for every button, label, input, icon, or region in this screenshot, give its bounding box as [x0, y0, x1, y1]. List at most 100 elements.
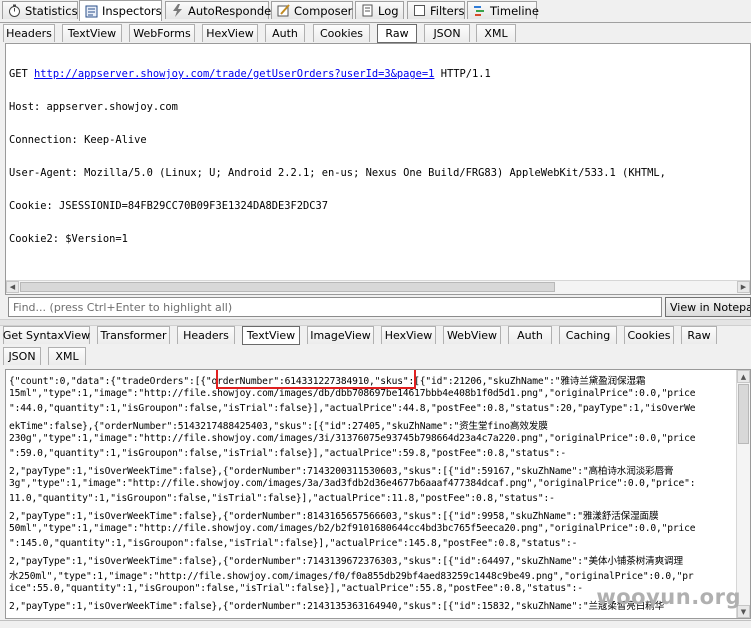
- resp-tab-imageview[interactable]: ImageView: [307, 326, 374, 344]
- tab-label: TextView: [246, 329, 296, 342]
- tab-label: Log: [378, 3, 399, 18]
- req-tab-headers[interactable]: Headers: [3, 24, 55, 42]
- tab-autoresponder[interactable]: AutoResponder: [165, 1, 276, 19]
- header-cookie2: Cookie2: $Version=1: [9, 233, 128, 245]
- request-line: GET http://appserver.showjoy.com/trade/g…: [9, 69, 666, 80]
- response-line: 2,"payType":1,"isOverWeekTime":false},{"…: [9, 511, 659, 522]
- tab-label: TextView: [67, 27, 117, 40]
- filter-checkbox-icon: [413, 4, 426, 17]
- tab-label: Timeline: [490, 3, 539, 18]
- resp-tab-transformer[interactable]: Transformer: [97, 326, 170, 344]
- view-in-notepad-button[interactable]: View in Notepad: [665, 297, 751, 317]
- scroll-left-arrow-icon[interactable]: ◀: [6, 281, 19, 293]
- req-tab-auth[interactable]: Auth: [265, 24, 305, 42]
- tab-label: Headers: [183, 329, 229, 342]
- scroll-thumb[interactable]: [738, 384, 749, 444]
- request-raw-text: GET http://appserver.showjoy.com/trade/g…: [9, 47, 666, 267]
- request-find-input[interactable]: Find... (press Ctrl+Enter to highlight a…: [8, 297, 662, 317]
- response-line: 水250ml","type":1,"image":"http://file.sh…: [9, 571, 694, 582]
- timeline-icon: [473, 4, 486, 17]
- resp-tab-get-syntaxview[interactable]: Get SyntaxView: [3, 326, 90, 344]
- tab-label: Cookies: [627, 329, 671, 342]
- req-tab-hexview[interactable]: HexView: [202, 24, 258, 42]
- tab-label: HexView: [384, 329, 433, 342]
- tab-statistics[interactable]: Statistics: [2, 1, 78, 19]
- tab-inspectors[interactable]: Inspectors: [79, 0, 162, 21]
- response-line: 230g","type":1,"image":"http://file.show…: [9, 433, 696, 444]
- response-line: 11.0,"quantity":1,"isGroupon":false,"isT…: [9, 493, 555, 504]
- inspector-icon: [85, 5, 98, 18]
- tab-label: HexView: [206, 27, 254, 40]
- tab-label: ImageView: [310, 329, 371, 342]
- scroll-up-arrow-icon[interactable]: ▲: [737, 370, 750, 383]
- resp-tab-caching[interactable]: Caching: [559, 326, 617, 344]
- req-tab-cookies[interactable]: Cookies: [313, 24, 370, 42]
- compose-icon: [277, 4, 290, 17]
- response-line: 50ml","type":1,"image":"http://file.show…: [9, 523, 696, 534]
- response-line: ":145.0,"quantity":1,"isGroupon":false,"…: [9, 538, 578, 549]
- resp-tab-json[interactable]: JSON: [3, 347, 41, 365]
- tab-label: Headers: [6, 27, 52, 40]
- tab-label: Cookies: [319, 27, 364, 40]
- response-view-tabs-row2: JSON XML: [0, 346, 751, 366]
- find-placeholder: Find... (press Ctrl+Enter to highlight a…: [13, 300, 233, 314]
- response-vertical-scrollbar[interactable]: ▲ ▼: [736, 370, 750, 618]
- tab-log[interactable]: Log: [355, 1, 404, 19]
- request-method: GET: [9, 68, 28, 80]
- req-tab-textview[interactable]: TextView: [62, 24, 122, 42]
- button-label: View in Notepad: [670, 300, 751, 314]
- tab-label: JSON: [433, 27, 461, 40]
- tab-label: Raw: [687, 329, 711, 342]
- tab-timeline[interactable]: Timeline: [467, 1, 539, 19]
- order-number-highlight-box: [216, 370, 416, 389]
- log-icon: [361, 4, 374, 17]
- resp-tab-hexview[interactable]: HexView: [381, 326, 436, 344]
- resp-tab-raw[interactable]: Raw: [681, 326, 717, 344]
- response-line: 15ml","type":1,"image":"http://file.show…: [9, 388, 696, 399]
- scroll-right-arrow-icon[interactable]: ▶: [737, 281, 750, 293]
- request-protocol: HTTP/1.1: [440, 68, 491, 80]
- tab-label: Auth: [517, 329, 543, 342]
- tab-label: WebForms: [133, 27, 191, 40]
- resp-tab-auth[interactable]: Auth: [508, 326, 552, 344]
- request-raw-pane[interactable]: GET http://appserver.showjoy.com/trade/g…: [5, 43, 751, 295]
- lightning-icon: [171, 4, 184, 17]
- tab-label: WebView: [446, 329, 498, 342]
- response-line: ":59.0,"quantity":1,"isGroupon":false,"i…: [9, 448, 566, 459]
- tab-composer[interactable]: Composer: [271, 1, 353, 19]
- scroll-thumb[interactable]: [20, 282, 555, 292]
- req-tab-xml[interactable]: XML: [476, 24, 516, 42]
- tab-label: JSON: [8, 350, 36, 363]
- response-line: 3g","type":1,"image":"http://file.showjo…: [9, 478, 696, 489]
- response-line: 2,"payType":1,"isOverWeekTime":false},{"…: [9, 466, 674, 477]
- request-horizontal-scrollbar[interactable]: ◀ ▶: [6, 280, 750, 294]
- stopwatch-icon: [8, 4, 21, 17]
- response-line: ":44.0,"quantity":1,"isGroupon":false,"i…: [9, 403, 696, 414]
- resp-tab-xml[interactable]: XML: [48, 347, 86, 365]
- response-line: 2,"payType":1,"isOverWeekTime":false},{"…: [9, 556, 683, 567]
- watermark-text: wooyun.org: [596, 585, 741, 609]
- tab-label: Composer: [294, 3, 353, 18]
- header-connection: Connection: Keep-Alive: [9, 134, 147, 146]
- req-tab-json[interactable]: JSON: [424, 24, 470, 42]
- tab-label: Get SyntaxView: [2, 329, 91, 342]
- resp-tab-headers[interactable]: Headers: [177, 326, 235, 344]
- resp-tab-cookies[interactable]: Cookies: [624, 326, 674, 344]
- req-tab-webforms[interactable]: WebForms: [129, 24, 195, 42]
- header-host: Host: appserver.showjoy.com: [9, 101, 178, 113]
- tab-label: AutoResponder: [188, 3, 276, 18]
- request-url-link[interactable]: http://appserver.showjoy.com/trade/getUs…: [34, 68, 434, 80]
- tab-label: Statistics: [25, 3, 78, 18]
- tab-label: XML: [55, 350, 79, 363]
- tab-label: XML: [484, 27, 508, 40]
- main-tab-strip: Statistics Inspectors AutoResponder Comp…: [0, 0, 751, 23]
- response-view-tabs-row1: Get SyntaxView Transformer Headers TextV…: [0, 325, 751, 345]
- req-tab-raw[interactable]: Raw: [377, 24, 417, 43]
- tab-filters[interactable]: Filters: [407, 1, 465, 19]
- resp-tab-webview[interactable]: WebView: [443, 326, 501, 344]
- tab-label: Auth: [272, 27, 298, 40]
- response-text-pane[interactable]: {"count":0,"data":{"tradeOrders":[{"orde…: [5, 369, 751, 619]
- response-line: ekTime":false},{"orderNumber":5143217488…: [9, 421, 548, 432]
- response-line: 2,"payType":1,"isOverWeekTime":false},{"…: [9, 601, 665, 612]
- resp-tab-textview[interactable]: TextView: [242, 326, 300, 345]
